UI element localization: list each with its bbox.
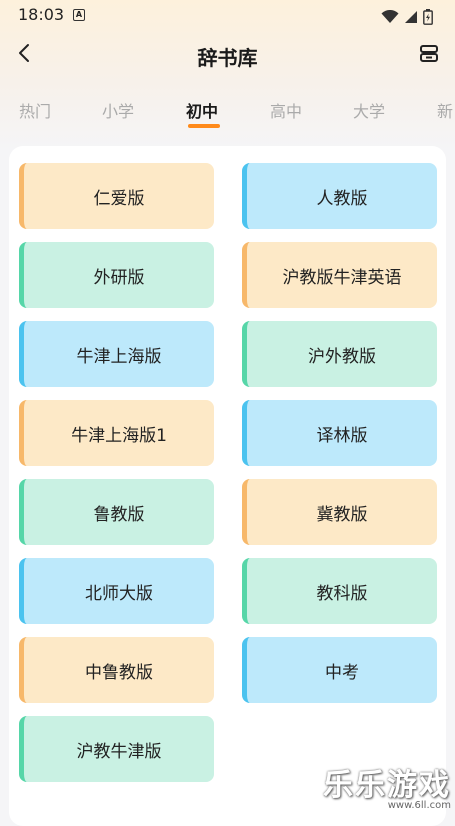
status-bar: 18:03 A bbox=[0, 0, 455, 30]
status-icons bbox=[381, 6, 433, 25]
watermark-text: 乐乐游戏 bbox=[323, 768, 451, 803]
tab-new[interactable]: 新 bbox=[437, 98, 453, 122]
bookshelf-button[interactable] bbox=[415, 40, 443, 68]
book-grid-panel: 仁爱版 人教版 外研版 沪教版牛津英语 牛津上海版 沪外教版 牛津上海版1 译林… bbox=[9, 146, 446, 826]
battery-icon bbox=[423, 8, 433, 25]
watermark: 乐乐游戏 www.6ll.com bbox=[323, 760, 451, 811]
bookshelf-icon bbox=[420, 45, 438, 62]
tab-junior-high[interactable]: 初中 bbox=[186, 98, 218, 122]
book-card[interactable]: 鲁教版 bbox=[19, 479, 214, 545]
grade-tabs: 热门 小学 初中 高中 大学 新 bbox=[0, 88, 455, 134]
signal-icon bbox=[404, 10, 417, 23]
book-card[interactable]: 中考 bbox=[242, 637, 437, 703]
page-title: 辞书库 bbox=[197, 46, 258, 70]
book-card[interactable]: 沪教版牛津英语 bbox=[242, 242, 437, 308]
book-card[interactable]: 沪外教版 bbox=[242, 321, 437, 387]
tab-primary[interactable]: 小学 bbox=[102, 98, 134, 122]
active-tab-indicator bbox=[188, 124, 220, 128]
tab-popular[interactable]: 热门 bbox=[19, 98, 51, 122]
book-card[interactable]: 外研版 bbox=[19, 242, 214, 308]
tab-university[interactable]: 大学 bbox=[353, 98, 385, 122]
book-card[interactable]: 译林版 bbox=[242, 400, 437, 466]
book-card[interactable]: 人教版 bbox=[242, 163, 437, 229]
notification-a-icon: A bbox=[73, 9, 85, 21]
book-card[interactable]: 冀教版 bbox=[242, 479, 437, 545]
book-card[interactable]: 牛津上海版 bbox=[19, 321, 214, 387]
book-card[interactable]: 牛津上海版1 bbox=[19, 400, 214, 466]
tab-senior-high[interactable]: 高中 bbox=[270, 98, 302, 122]
book-card[interactable]: 仁爱版 bbox=[19, 163, 214, 229]
wifi-icon bbox=[381, 9, 399, 23]
book-card[interactable]: 教科版 bbox=[242, 558, 437, 624]
status-time: 18:03 bbox=[18, 5, 65, 24]
book-card[interactable]: 中鲁教版 bbox=[19, 637, 214, 703]
app-header: 辞书库 bbox=[0, 30, 455, 80]
book-card[interactable]: 北师大版 bbox=[19, 558, 214, 624]
book-card[interactable]: 沪教牛津版 bbox=[19, 716, 214, 782]
